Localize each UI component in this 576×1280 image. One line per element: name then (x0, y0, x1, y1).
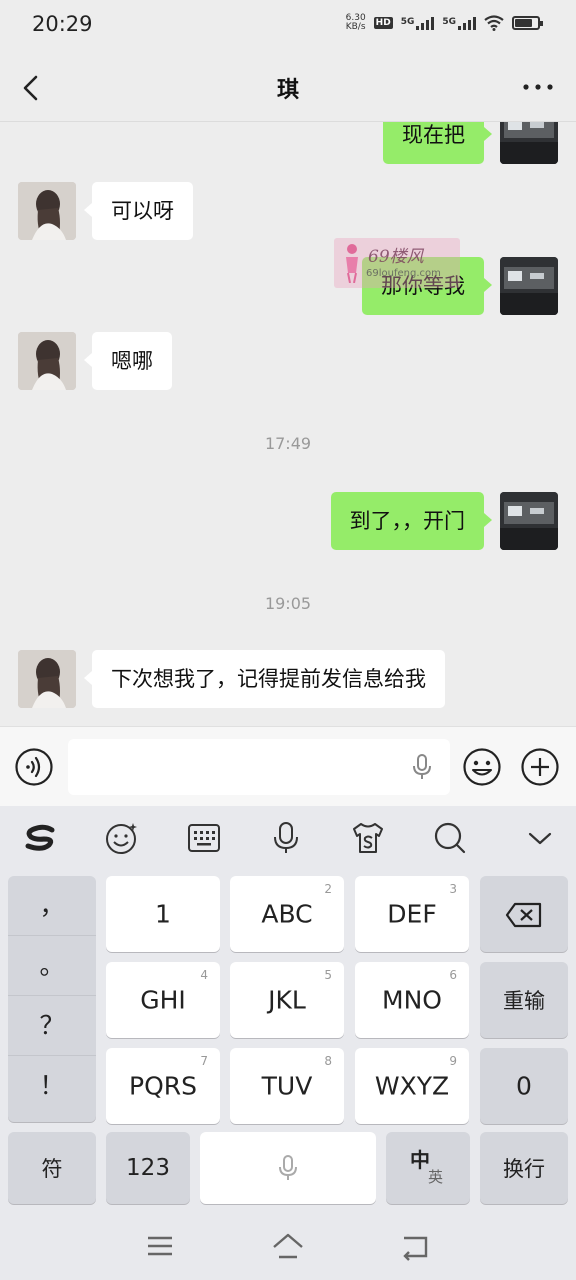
message-timestamp: 19:05 (264, 594, 312, 613)
status-time: 20:29 (32, 12, 93, 36)
net-speed: 6.30 KB/s (346, 14, 366, 32)
key-label: TUV (261, 1071, 313, 1101)
message-input[interactable] (68, 739, 450, 795)
key-ghi[interactable]: 4 GHI (106, 962, 220, 1038)
punct-key-comma[interactable]: ， (8, 876, 96, 936)
space-mic-icon (279, 1155, 297, 1180)
key-abc[interactable]: 2 ABC (230, 876, 344, 952)
key-number-hint: 9 (449, 1054, 457, 1068)
key-number-hint: 7 (200, 1054, 208, 1068)
emoji-face-icon[interactable] (104, 820, 140, 856)
message-bubble-received[interactable]: 嗯哪 (84, 332, 172, 390)
key-number-hint: 3 (449, 882, 457, 896)
key-label: JKL (268, 985, 306, 1015)
backspace-key[interactable] (480, 876, 568, 952)
avatar-self[interactable] (500, 122, 558, 164)
avatar-self[interactable] (500, 492, 558, 550)
wifi-icon (484, 15, 504, 31)
message-bubble-sent[interactable]: 到了，，开门 (330, 492, 492, 550)
sogou-logo-icon[interactable] (22, 820, 58, 856)
key-label: 重输 (503, 989, 545, 1013)
punct-key-exclaim[interactable]: ！ (8, 1056, 96, 1116)
microphone-icon[interactable] (268, 820, 304, 856)
punctuation-column[interactable]: ， 。 ？ ！ (8, 876, 96, 1122)
numbers-key[interactable]: 123 (106, 1132, 190, 1204)
chat-title: 琪 (276, 78, 299, 103)
punct-key-question[interactable]: ？ (8, 996, 96, 1056)
message-bubble-received[interactable]: 可以呀 (84, 182, 193, 240)
key-jkl[interactable]: 5 JKL (230, 962, 344, 1038)
key-label: DEF (387, 899, 437, 929)
ime-toolbar (0, 806, 576, 870)
key-mno[interactable]: 6 MNO (355, 962, 469, 1038)
collapse-icon[interactable] (522, 820, 558, 856)
avatar-contact[interactable] (18, 182, 76, 240)
emoji-icon[interactable] (462, 747, 502, 787)
battery-icon (512, 16, 543, 30)
key-number-hint: 8 (324, 1054, 332, 1068)
key-label: PQRS (129, 1071, 197, 1101)
watermark-logo: 69楼风 69loufeng.com (334, 238, 460, 288)
status-icons: 6.30 KB/s HD 5G 5G (346, 14, 543, 32)
key-label: 换行 (503, 1157, 545, 1181)
sim1-label: 5G (400, 16, 415, 27)
avatar-contact[interactable] (18, 332, 76, 390)
status-bar: 20:29 6.30 KB/s HD 5G 5G (0, 0, 576, 52)
message-list[interactable]: 现在把 可以呀 那你等我 69楼风 69loufeng.com 嗯哪 17:49… (0, 122, 576, 726)
voice-icon[interactable] (14, 747, 54, 787)
key-number-hint: 4 (200, 968, 208, 982)
key-label: MNO (382, 985, 442, 1015)
space-key[interactable] (200, 1132, 376, 1204)
net-speed-unit: KB/s (345, 22, 366, 32)
keyboard: ， 。 ？ ！ 1 2 ABC 3 DEF 4 GHI 5 JKL 6 MNO … (0, 870, 576, 1210)
key-label: 符 (41, 1157, 63, 1181)
key-pqrs[interactable]: 7 PQRS (106, 1048, 220, 1124)
newline-key[interactable]: 换行 (480, 1132, 568, 1204)
key-label: WXYZ (374, 1071, 450, 1101)
key-label: GHI (140, 985, 186, 1015)
signal-icon-sim1: 5G (400, 16, 435, 30)
message-bubble-received[interactable]: 下次想我了，记得提前发信息给我 (84, 650, 445, 708)
more-icon[interactable] (520, 74, 556, 100)
mic-icon[interactable] (410, 753, 434, 781)
key-label: 123 (126, 1155, 170, 1181)
lang-alt-label: 英 (428, 1168, 444, 1186)
key-tuv[interactable]: 8 TUV (230, 1048, 344, 1124)
chat-input-bar (0, 726, 576, 806)
key-wxyz[interactable]: 9 WXYZ (355, 1048, 469, 1124)
system-nav-bar (0, 1210, 576, 1280)
reenter-key[interactable]: 重输 (480, 962, 568, 1038)
key-number-hint: 6 (449, 968, 457, 982)
key-label: 0 (516, 1071, 532, 1101)
home-icon[interactable] (272, 1230, 304, 1262)
key-0[interactable]: 0 (480, 1048, 568, 1124)
watermark-text: 69楼风 (368, 247, 424, 267)
backspace-icon (505, 902, 542, 928)
symbol-key[interactable]: 符 (8, 1132, 96, 1204)
menu-icon[interactable] (144, 1230, 176, 1262)
avatar-contact[interactable] (18, 650, 76, 708)
avatar-self[interactable] (500, 257, 558, 315)
signal-icon-sim2: 5G (442, 16, 476, 30)
message-bubble-sent[interactable]: 现在把 (383, 122, 492, 164)
key-number-hint: 2 (324, 882, 332, 896)
key-def[interactable]: 3 DEF (355, 876, 469, 952)
plus-icon[interactable] (520, 747, 560, 787)
keyboard-icon[interactable] (186, 820, 222, 856)
language-switch-key[interactable]: 中 英 (386, 1132, 470, 1204)
sim2-label: 5G (442, 16, 456, 27)
key-number-hint: 5 (324, 968, 332, 982)
key-label: ABC (261, 899, 313, 929)
punct-key-period[interactable]: 。 (8, 936, 96, 996)
message-timestamp: 17:49 (264, 434, 312, 453)
key-label: 1 (155, 899, 171, 929)
hd-badge: HD (373, 17, 393, 29)
chat-header: 琪 (0, 52, 576, 122)
search-icon[interactable] (432, 820, 468, 856)
lang-main-label: 中 (410, 1148, 430, 1172)
watermark-url: 69loufeng.com (366, 268, 441, 279)
skin-icon[interactable] (350, 820, 386, 856)
return-icon[interactable] (400, 1230, 432, 1262)
key-1[interactable]: 1 (106, 876, 220, 952)
